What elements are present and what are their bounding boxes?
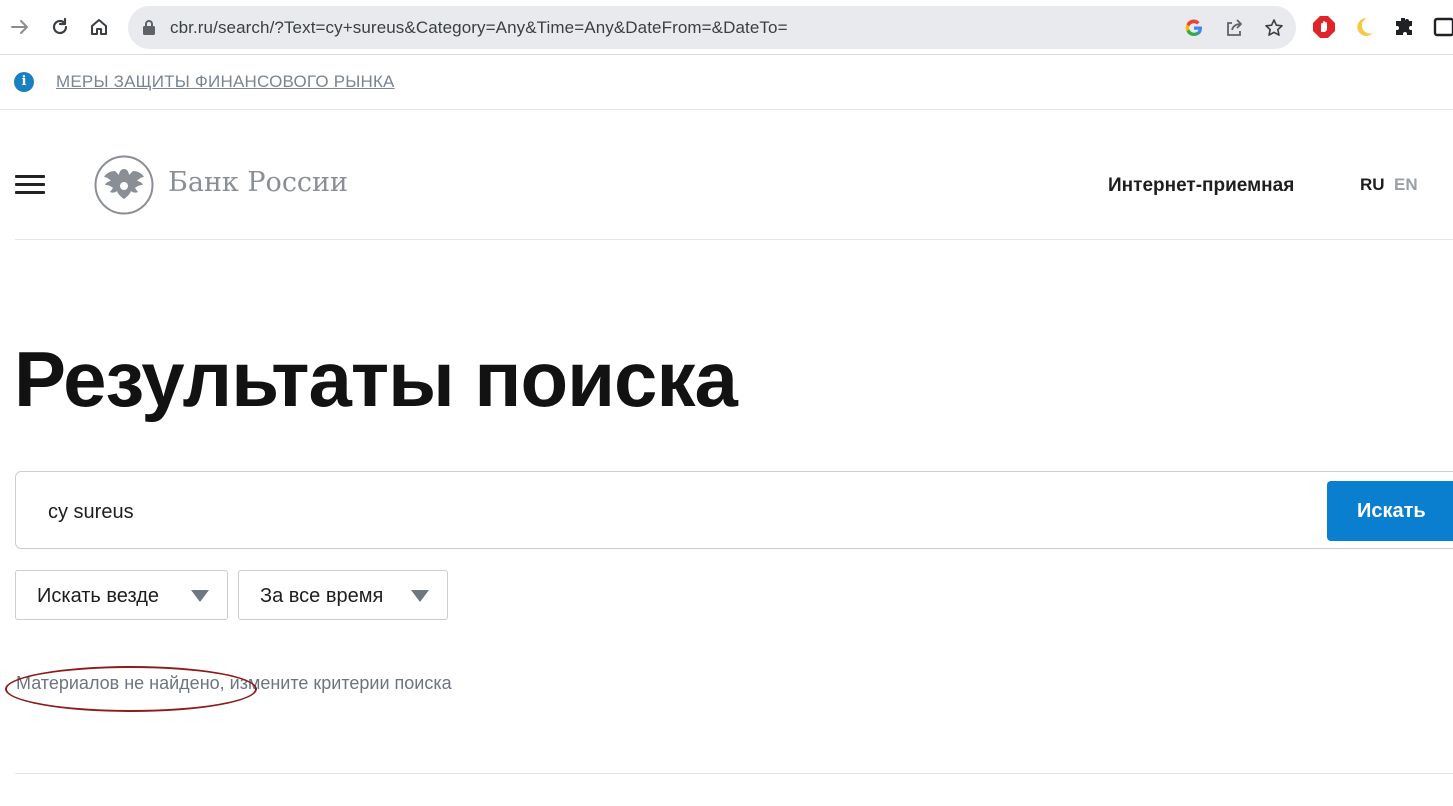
home-icon[interactable]: [85, 13, 113, 41]
chevron-down-icon: [191, 590, 209, 602]
category-select[interactable]: Искать везде: [15, 570, 228, 620]
sidepanel-icon[interactable]: [1431, 14, 1453, 40]
internet-reception-link[interactable]: Интернет-приемная: [1108, 175, 1294, 197]
category-select-label: Искать везде: [37, 585, 159, 607]
forward-icon[interactable]: [6, 13, 34, 41]
lang-ru[interactable]: RU: [1360, 175, 1385, 195]
market-protection-link[interactable]: МЕРЫ ЗАЩИТЫ ФИНАНСОВОГО РЫНКА: [56, 72, 395, 92]
search-input[interactable]: [46, 494, 1250, 530]
chevron-down-icon: [411, 590, 429, 602]
browser-toolbar: cbr.ru/search/?Text=cy+sureus&Category=A…: [0, 0, 1453, 55]
menu-icon[interactable]: [15, 175, 45, 195]
extensions-icon[interactable]: [1391, 14, 1417, 40]
address-bar[interactable]: cbr.ru/search/?Text=cy+sureus&Category=A…: [128, 6, 1296, 49]
info-icon: i: [14, 72, 34, 92]
reload-icon[interactable]: [46, 13, 74, 41]
time-select[interactable]: За все время: [238, 570, 448, 620]
footer-divider: [15, 773, 1453, 774]
search-button[interactable]: Искать: [1327, 481, 1453, 541]
url-text[interactable]: cbr.ru/search/?Text=cy+sureus&Category=A…: [170, 18, 788, 38]
bank-emblem-icon[interactable]: [94, 155, 154, 215]
header-divider: [15, 239, 1453, 240]
bank-logo-text[interactable]: Банк России: [168, 167, 348, 198]
share-icon[interactable]: [1223, 17, 1245, 39]
time-select-label: За все время: [260, 585, 384, 607]
lock-icon[interactable]: [142, 19, 156, 41]
adblock-icon[interactable]: [1311, 14, 1337, 40]
moon-icon[interactable]: [1351, 14, 1377, 40]
annotation-ellipse: [5, 666, 257, 712]
search-box: [15, 471, 1453, 549]
lang-en[interactable]: EN: [1394, 175, 1418, 195]
page-title: Результаты поиска: [14, 335, 738, 423]
google-icon[interactable]: [1183, 17, 1205, 39]
star-icon[interactable]: [1263, 17, 1285, 39]
info-bar: i МЕРЫ ЗАЩИТЫ ФИНАНСОВОГО РЫНКА: [0, 55, 1453, 110]
